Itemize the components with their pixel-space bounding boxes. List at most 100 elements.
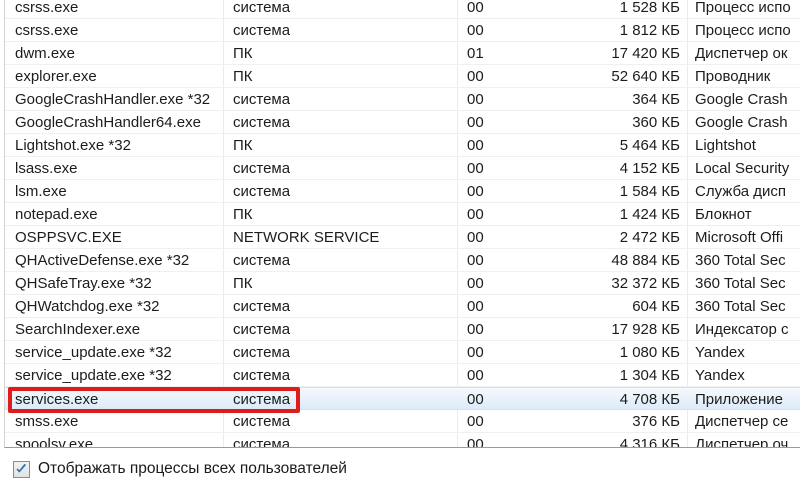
process-memory-cell: 1 528 КБ [525, 0, 680, 19]
process-description-cell: Диспетчер оч [695, 433, 800, 448]
process-cpu-cell: 00 [467, 134, 527, 157]
table-row[interactable]: GoogleCrashHandler64.exeсистема00360 КБG… [5, 111, 800, 134]
process-cpu-cell: 00 [467, 111, 527, 134]
process-user-cell: система [233, 111, 458, 134]
process-user-cell: ПК [233, 65, 458, 88]
process-memory-cell: 376 КБ [525, 410, 680, 433]
process-memory-cell: 1 812 КБ [525, 19, 680, 42]
table-row[interactable]: csrss.exeсистема001 812 КБПроцесс испо [5, 19, 800, 42]
process-cpu-cell: 00 [467, 249, 527, 272]
process-user-cell: ПК [233, 272, 458, 295]
process-name-cell: smss.exe [15, 410, 220, 433]
table-row[interactable]: spoolsv.exeсистема004 316 КБДиспетчер оч [5, 433, 800, 448]
process-user-cell: система [233, 0, 458, 19]
process-memory-cell: 5 464 КБ [525, 134, 680, 157]
process-memory-cell: 48 884 КБ [525, 249, 680, 272]
process-cpu-cell: 00 [467, 226, 527, 249]
process-name-cell: spoolsv.exe [15, 433, 220, 448]
process-name-cell: GoogleCrashHandler.exe *32 [15, 88, 220, 111]
process-name-cell: SearchIndexer.exe [15, 318, 220, 341]
table-row[interactable]: SearchIndexer.exe система 0017 928 КБ Индек… [5, 318, 800, 341]
process-description-cell: Google Crash [695, 111, 800, 134]
process-user-cell: система [233, 249, 458, 272]
process-name-cell: lsm.exe [15, 180, 220, 203]
process-user-cell: система [233, 157, 458, 180]
process-memory-cell: 1 424 КБ [525, 203, 680, 226]
process-description-cell: Диспетчер се [695, 410, 800, 433]
process-description-cell: Блокнот [695, 203, 800, 226]
process-cpu-cell: 00 [467, 295, 527, 318]
checkmark-icon [15, 463, 28, 476]
process-description-cell: Microsoft Offi [695, 226, 800, 249]
table-row[interactable]: QHSafeTray.exe *32ПК0032 372 КБ360 Total… [5, 272, 800, 295]
process-user-cell: ПК [233, 134, 458, 157]
process-memory-cell: 1 304 КБ [525, 364, 680, 387]
list-footer: Отображать процессы всех пользователей [0, 452, 800, 500]
process-name-cell: QHSafeTray.exe *32 [15, 272, 220, 295]
show-all-users-checkbox[interactable] [13, 461, 30, 478]
process-description-cell: 360 Total Sec [695, 295, 800, 318]
process-user-cell: система [233, 364, 458, 387]
process-memory-cell: 364 КБ [525, 88, 680, 111]
process-cpu-cell: 00 [467, 272, 527, 295]
process-list[interactable]: csrss.exeсистема001 528 КБПроцесс испоcs… [4, 0, 800, 448]
table-row[interactable]: QHWatchdog.exe *32система00604 КБ360 Tot… [5, 295, 800, 318]
table-row[interactable]: lsm.exeсистема001 584 КБСлужба дисп [5, 180, 800, 203]
table-row[interactable]: csrss.exe система 001 528 КБ Процесс испо [5, 0, 800, 19]
process-user-cell: система [233, 180, 458, 203]
task-manager-processes-screenshot: csrss.exeсистема001 528 КБПроцесс испоcs… [0, 0, 800, 500]
table-row[interactable]: services.exeсистема004 708 КБПриложение [5, 387, 800, 410]
process-cpu-cell: 00 [467, 203, 527, 226]
process-name-cell: csrss.exe [15, 19, 220, 42]
process-description-cell: Индексатор с [695, 318, 800, 341]
process-description-cell: Local Security [695, 157, 800, 180]
table-row[interactable]: service_update.exe *32система001 304 КБY… [5, 364, 800, 387]
process-user-cell: система [233, 318, 458, 341]
process-name-cell: csrss.exe [15, 0, 220, 19]
show-all-users-row[interactable]: Отображать процессы всех пользователей [13, 460, 347, 478]
table-row[interactable]: QHActiveDefense.exe *32 система 0048 884 К… [5, 249, 800, 272]
table-row[interactable]: smss.exeсистема00376 КБДиспетчер се [5, 410, 800, 433]
table-row[interactable]: dwm.exeПК0117 420 КБДиспетчер ок [5, 42, 800, 65]
table-row[interactable]: lsass.exeсистема004 152 КБLocal Security [5, 157, 800, 180]
process-cpu-cell: 00 [467, 19, 527, 42]
process-memory-cell: 4 316 КБ [525, 433, 680, 448]
table-row[interactable]: OSPPSVC.EXENETWORK SERVICE002 472 КБMicr… [5, 226, 800, 249]
process-description-cell: Процесс испо [695, 19, 800, 42]
process-description-cell: Yandex [695, 341, 800, 364]
process-memory-cell: 17 928 КБ [525, 318, 680, 341]
process-user-cell: система [233, 88, 458, 111]
table-row[interactable]: service_update.exe *32система001 080 КБY… [5, 341, 800, 364]
process-memory-cell: 1 584 КБ [525, 180, 680, 203]
table-row[interactable]: GoogleCrashHandler.exe *32система00364 К… [5, 88, 800, 111]
show-all-users-label: Отображать процессы всех пользователей [38, 460, 347, 478]
process-name-cell: services.exe [15, 388, 220, 411]
process-cpu-cell: 00 [467, 0, 527, 19]
process-cpu-cell: 00 [467, 410, 527, 433]
process-user-cell: NETWORK SERVICE [233, 226, 458, 249]
process-cpu-cell: 00 [467, 318, 527, 341]
process-cpu-cell: 00 [467, 65, 527, 88]
process-name-cell: service_update.exe *32 [15, 364, 220, 387]
process-description-cell: Процесс испо [695, 0, 800, 19]
table-row[interactable]: explorer.exeПК0052 640 КБПроводник [5, 65, 800, 88]
process-user-cell: система [233, 388, 458, 411]
process-rows: csrss.exeсистема001 528 КБПроцесс испоcs… [5, 0, 800, 448]
table-row[interactable]: Lightshot.exe *32ПК005 464 КБLightshot [5, 134, 800, 157]
process-cpu-cell: 00 [467, 388, 527, 411]
process-name-cell: QHActiveDefense.exe *32 [15, 249, 220, 272]
process-cpu-cell: 00 [467, 157, 527, 180]
process-description-cell: 360 Total Sec [695, 249, 800, 272]
table-row[interactable]: notepad.exeПК001 424 КББлокнот [5, 203, 800, 226]
process-cpu-cell: 01 [467, 42, 527, 65]
process-memory-cell: 32 372 КБ [525, 272, 680, 295]
process-description-cell: Lightshot [695, 134, 800, 157]
process-memory-cell: 604 КБ [525, 295, 680, 318]
process-user-cell: ПК [233, 203, 458, 226]
process-user-cell: система [233, 295, 458, 318]
process-memory-cell: 2 472 КБ [525, 226, 680, 249]
process-description-cell: Проводник [695, 65, 800, 88]
process-user-cell: система [233, 433, 458, 448]
process-memory-cell: 360 КБ [525, 111, 680, 134]
process-memory-cell: 17 420 КБ [525, 42, 680, 65]
